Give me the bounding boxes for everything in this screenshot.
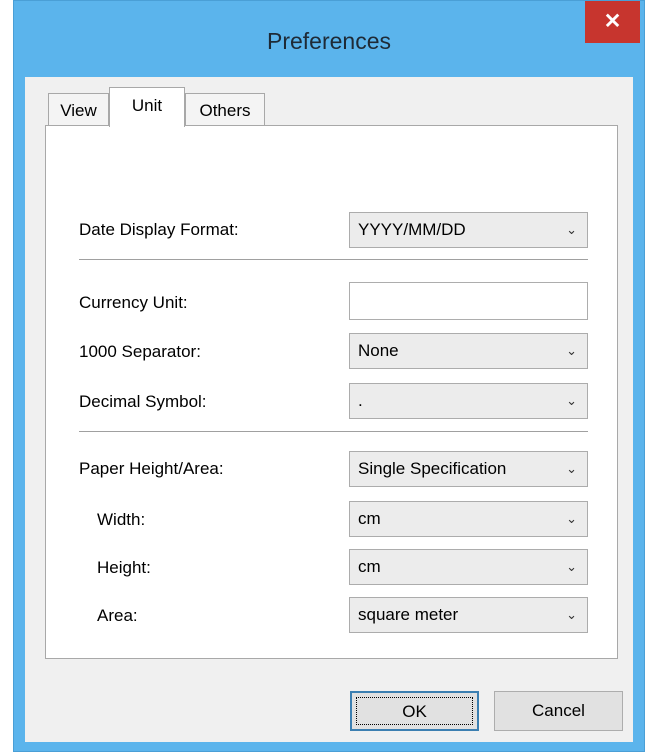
close-button[interactable]: ✕ (585, 1, 640, 43)
tab-unit[interactable]: Unit (109, 87, 185, 127)
thousand-separator-label: 1000 Separator: (79, 342, 201, 361)
cancel-button-label: Cancel (532, 701, 585, 720)
width-label: Width: (97, 510, 146, 529)
height-unit-dropdown[interactable]: cm ⌄ (349, 549, 588, 585)
tab-others[interactable]: Others (185, 93, 265, 126)
tab-view[interactable]: View (48, 93, 109, 126)
tab-others-label: Others (199, 101, 251, 120)
area-unit-value: square meter (358, 605, 459, 624)
paper-height-area-label: Paper Height/Area: (79, 459, 224, 478)
close-icon: ✕ (603, 10, 622, 33)
decimal-symbol-label: Decimal Symbol: (79, 392, 207, 411)
window-title: Preferences (266, 28, 391, 54)
date-display-format-value: YYYY/MM/DD (358, 220, 466, 239)
separator-line (79, 431, 588, 433)
decimal-symbol-value: . (358, 391, 363, 410)
ok-button-label: OK (402, 702, 427, 721)
currency-unit-label: Currency Unit: (79, 293, 188, 312)
chevron-down-icon: ⌄ (566, 393, 577, 408)
unit-tab-panel: Date Display Format: YYYY/MM/DD ⌄ Curren… (45, 125, 618, 659)
height-label: Height: (97, 558, 151, 577)
height-unit-value: cm (358, 557, 381, 576)
tab-unit-label: Unit (131, 96, 163, 115)
chevron-down-icon: ⌄ (566, 343, 577, 358)
chevron-down-icon: ⌄ (566, 511, 577, 526)
tab-view-label: View (60, 101, 97, 120)
chevron-down-icon: ⌄ (566, 607, 577, 622)
area-unit-dropdown[interactable]: square meter ⌄ (349, 597, 588, 633)
date-display-format-dropdown[interactable]: YYYY/MM/DD ⌄ (349, 212, 588, 248)
currency-unit-input[interactable] (349, 282, 588, 320)
width-unit-dropdown[interactable]: cm ⌄ (349, 501, 588, 537)
cancel-button[interactable]: Cancel (494, 691, 623, 731)
area-label: Area: (97, 606, 138, 625)
preferences-window: Preferences ✕ View Unit Others Date Disp… (13, 0, 645, 752)
paper-height-area-dropdown[interactable]: Single Specification ⌄ (349, 451, 588, 487)
paper-height-area-value: Single Specification (358, 459, 507, 478)
chevron-down-icon: ⌄ (566, 461, 577, 476)
dialog-client-area: View Unit Others Date Display Format: YY… (25, 77, 633, 742)
width-unit-value: cm (358, 509, 381, 528)
date-display-format-label: Date Display Format: (79, 220, 239, 239)
ok-button[interactable]: OK (350, 691, 479, 731)
chevron-down-icon: ⌄ (566, 222, 577, 237)
separator-line (79, 259, 588, 261)
thousand-separator-value: None (358, 341, 399, 360)
thousand-separator-dropdown[interactable]: None ⌄ (349, 333, 588, 369)
decimal-symbol-dropdown[interactable]: . ⌄ (349, 383, 588, 419)
chevron-down-icon: ⌄ (566, 559, 577, 574)
